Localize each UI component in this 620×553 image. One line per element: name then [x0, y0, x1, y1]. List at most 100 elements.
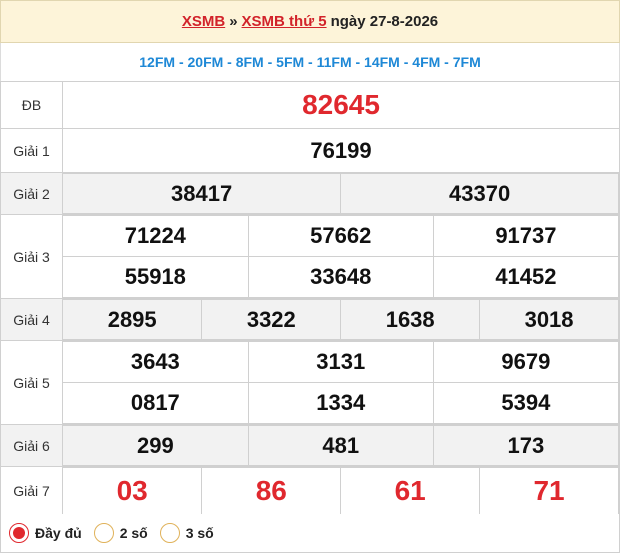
option-2-digits-label: 2 số [119, 525, 148, 541]
prize-g7-value: 03 [116, 475, 148, 506]
row-g1: Giải 1 76199 [0, 128, 620, 173]
label-g3: Giải 3 [0, 214, 63, 299]
display-mode-selector: Đầy đủ 2 số 3 số [0, 514, 620, 553]
prize-g5-value: 1334 [316, 390, 366, 415]
label-g1: Giải 1 [0, 128, 63, 173]
prize-g3-number: 41452 [432, 256, 620, 298]
prize-g5-value: 5394 [501, 390, 551, 415]
prize-g2-value: 43370 [449, 180, 511, 206]
prize-g7-value: 61 [394, 475, 426, 506]
prize-g4-value: 3322 [246, 306, 296, 332]
prize-g5-value: 9679 [501, 349, 551, 374]
prize-g6-number: 481 [247, 425, 434, 466]
prize-g5-value: 0817 [130, 390, 180, 415]
prize-g4-grid: 2895 3322 1638 3018 [63, 299, 619, 340]
prize-g7-value: 86 [255, 475, 287, 506]
label-g7: Giải 7 [0, 466, 63, 516]
prize-g5-value: 3131 [316, 349, 366, 374]
prize-g4-value: 2895 [107, 306, 157, 332]
prize-g2-number: 43370 [340, 173, 619, 214]
prize-db-number: 82645 [302, 89, 380, 120]
results-table: ĐB 82645 Giải 1 76199 Giải 2 38417 43370 [0, 81, 620, 516]
prize-g5-cell: 3643 3131 9679 0817 1334 5394 [62, 340, 620, 425]
prize-g3-number: 33648 [247, 256, 434, 298]
prize-g6-grid: 299 481 173 [63, 425, 620, 466]
label-g5: Giải 5 [0, 340, 63, 425]
prize-g4-number: 2895 [63, 299, 203, 340]
row-g7: Giải 7 03 86 61 71 [0, 466, 620, 516]
prize-g3-grid: 71224 57662 91737 55918 33648 41452 [63, 215, 620, 298]
result-widget: XSMB » XSMB thứ 5 ngày 27-8-2026 12FM - … [0, 0, 620, 553]
breadcrumb-separator: » [229, 13, 238, 30]
prize-g5-number: 0817 [63, 382, 249, 424]
prize-g2-value: 38417 [171, 180, 233, 206]
prize-g1-number: 76199 [310, 137, 372, 163]
prize-g3-value: 91737 [495, 223, 557, 248]
option-full-label: Đầy đủ [35, 525, 82, 541]
prize-g4-cell: 2895 3322 1638 3018 [62, 298, 620, 341]
prize-g2-grid: 38417 43370 [63, 173, 619, 214]
draw-date: ngày 27-8-2026 [330, 13, 439, 30]
prize-g6-value: 299 [136, 432, 174, 458]
radio-3-digits[interactable] [159, 523, 180, 543]
prize-g5-grid: 3643 3131 9679 0817 1334 5394 [63, 341, 620, 424]
prize-g2-number: 38417 [63, 173, 342, 214]
label-db: ĐB [0, 81, 63, 129]
ticket-codes: 12FM - 20FM - 8FM - 5FM - 11FM - 14FM - … [0, 43, 620, 81]
prize-g4-number: 1638 [340, 299, 481, 340]
prize-g7-number: 03 [63, 467, 203, 515]
prize-g4-number: 3322 [201, 299, 342, 340]
row-g6: Giải 6 299 481 173 [0, 424, 620, 467]
radio-2-digits[interactable] [93, 523, 114, 543]
prize-g1-cell: 76199 [62, 128, 620, 173]
row-g5: Giải 5 3643 3131 9679 0817 1334 5394 [0, 340, 620, 425]
prize-g3-value: 41452 [495, 264, 557, 289]
prize-g6-number: 173 [432, 425, 620, 466]
prize-g3-value: 33648 [310, 264, 372, 289]
prize-g7-number: 61 [340, 467, 481, 515]
prize-g7-number: 86 [201, 467, 342, 515]
prize-g7-cell: 03 86 61 71 [62, 466, 620, 516]
prize-g4-number: 3018 [479, 299, 619, 340]
prize-g5-number: 5394 [432, 382, 620, 424]
prize-g7-grid: 03 86 61 71 [63, 467, 619, 515]
prize-db-cell: 82645 [62, 81, 620, 129]
prize-g3-value: 55918 [124, 264, 186, 289]
prize-g6-value: 173 [507, 432, 545, 458]
xsmb-thu5-link[interactable]: XSMB thứ 5 [242, 13, 327, 30]
prize-g5-number: 3643 [63, 341, 249, 383]
row-g4: Giải 4 2895 3322 1638 3018 [0, 298, 620, 341]
prize-g3-value: 57662 [310, 223, 372, 248]
result-header: XSMB » XSMB thứ 5 ngày 27-8-2026 [0, 0, 620, 43]
prize-g4-value: 1638 [385, 306, 435, 332]
prize-g5-number: 3131 [247, 341, 434, 383]
prize-g3-number: 71224 [63, 215, 249, 257]
row-db: ĐB 82645 [0, 81, 620, 129]
prize-g6-number: 299 [63, 425, 249, 466]
label-g2: Giải 2 [0, 172, 63, 215]
row-g3: Giải 3 71224 57662 91737 55918 33648 414… [0, 214, 620, 299]
prize-g7-value: 71 [533, 475, 565, 506]
prize-g3-number: 55918 [63, 256, 249, 298]
prize-g2-cell: 38417 43370 [62, 172, 620, 215]
prize-g6-cell: 299 481 173 [62, 424, 620, 467]
prize-g3-value: 71224 [124, 223, 186, 248]
xsmb-link[interactable]: XSMB [182, 13, 225, 30]
option-3-digits[interactable]: 3 số [159, 523, 214, 543]
radio-full[interactable] [9, 523, 29, 543]
row-g2: Giải 2 38417 43370 [0, 172, 620, 215]
label-g4: Giải 4 [0, 298, 63, 341]
option-2-digits[interactable]: 2 số [93, 523, 148, 543]
prize-g7-number: 71 [479, 467, 619, 515]
option-full[interactable]: Đầy đủ [9, 523, 82, 543]
prize-g5-value: 3643 [130, 349, 180, 374]
radio-selected-dot [13, 527, 25, 539]
label-g6: Giải 6 [0, 424, 63, 467]
prize-g4-value: 3018 [524, 306, 574, 332]
prize-g6-value: 481 [322, 432, 360, 458]
prize-g5-number: 1334 [247, 382, 434, 424]
prize-g3-cell: 71224 57662 91737 55918 33648 41452 [62, 214, 620, 299]
prize-g3-number: 91737 [432, 215, 620, 257]
prize-g5-number: 9679 [432, 341, 620, 383]
prize-g3-number: 57662 [247, 215, 434, 257]
